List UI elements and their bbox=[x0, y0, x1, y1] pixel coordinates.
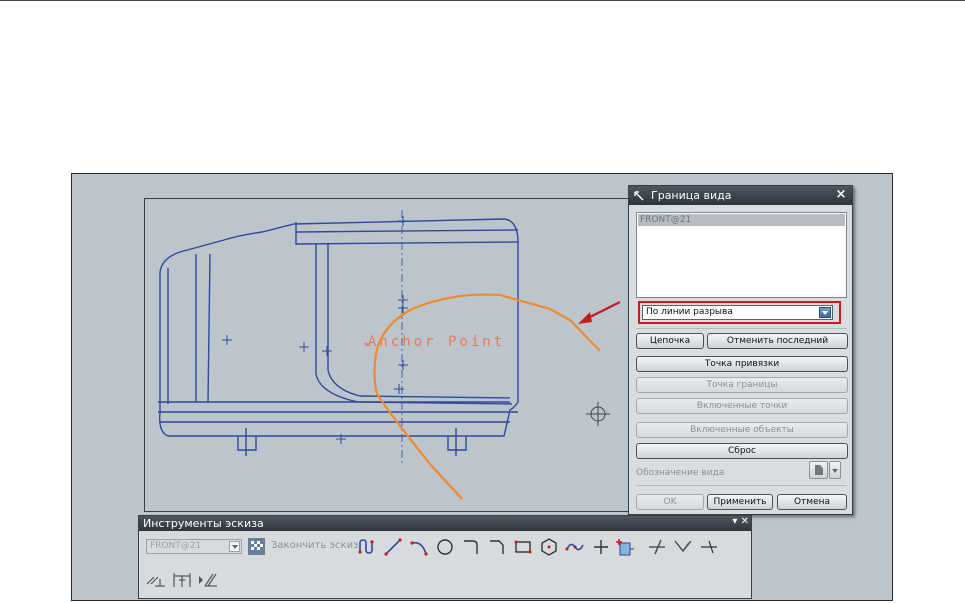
dialog-titlebar[interactable]: Граница вида × bbox=[629, 186, 852, 205]
included-points-button[interactable]: Включенные точки bbox=[636, 398, 848, 414]
arc-icon[interactable] bbox=[409, 537, 429, 557]
cad-screenshot: Anchor Point * Граница вида × FRONT@21 П… bbox=[71, 173, 893, 601]
boundary-method-select[interactable]: По линии разрыва bbox=[642, 305, 833, 320]
ok-button[interactable]: OK bbox=[636, 494, 704, 510]
toolbar-title: Инструменты эскиза bbox=[143, 517, 264, 530]
offset-curve-icon[interactable] bbox=[615, 537, 635, 557]
finish-sketch-label[interactable]: Закончить эскиз bbox=[271, 540, 358, 551]
crosshair-cursor-icon bbox=[586, 402, 610, 426]
split-icon[interactable] bbox=[699, 537, 719, 557]
dimension-icon[interactable] bbox=[171, 570, 193, 590]
chevron-down-icon[interactable] bbox=[819, 307, 831, 318]
extend-icon[interactable] bbox=[673, 537, 693, 557]
point-markers bbox=[222, 216, 408, 444]
callout-arrow bbox=[578, 301, 621, 324]
divider bbox=[636, 328, 847, 329]
line-icon[interactable] bbox=[383, 537, 403, 557]
included-objects-button[interactable]: Включенные объекты bbox=[636, 422, 848, 438]
toolbar-titlebar[interactable]: Инструменты эскиза ▾ ✕ bbox=[139, 516, 751, 531]
dialog-title: Граница вида bbox=[651, 189, 732, 202]
apply-button[interactable]: Применить bbox=[707, 494, 773, 510]
profile-icon[interactable] bbox=[357, 537, 377, 557]
rectangle-icon[interactable] bbox=[513, 537, 533, 557]
boundary-point-button[interactable]: Точка границы bbox=[636, 377, 848, 393]
polygon-icon[interactable] bbox=[539, 537, 559, 557]
trim-icon[interactable] bbox=[647, 537, 667, 557]
finish-flag-icon[interactable] bbox=[248, 538, 265, 555]
point-icon[interactable] bbox=[591, 537, 611, 557]
sketch-select[interactable]: FRONT@21 bbox=[146, 539, 242, 554]
circle-icon[interactable] bbox=[435, 537, 455, 557]
spline-icon[interactable] bbox=[565, 537, 585, 557]
constraint-dropdown-icon[interactable] bbox=[197, 570, 219, 590]
view-label-settings-button[interactable] bbox=[809, 461, 828, 479]
cancel-button[interactable]: Отмена bbox=[777, 494, 847, 510]
view-list[interactable]: FRONT@21 bbox=[636, 212, 847, 298]
view-label-text: Обозначение вида bbox=[636, 468, 725, 478]
chamfer-icon[interactable] bbox=[487, 537, 507, 557]
pin-icon bbox=[633, 190, 645, 202]
sketch-tools-toolbar: Инструменты эскиза ▾ ✕ FRONT@21 Закончит… bbox=[138, 515, 752, 599]
boundary-method-value: По линии разрыва bbox=[646, 307, 733, 317]
view-boundary-dialog: Граница вида × FRONT@21 По линии разрыва… bbox=[628, 185, 853, 515]
document-icon bbox=[815, 465, 823, 475]
chevron-down-icon[interactable] bbox=[229, 541, 240, 552]
toolbar-window-controls[interactable]: ▾ ✕ bbox=[732, 516, 749, 527]
anchor-marker: * bbox=[364, 340, 370, 353]
sketch-select-value: FRONT@21 bbox=[150, 541, 202, 551]
top-rule bbox=[0, 0, 965, 1]
anchor-point-button[interactable]: Точка привязки bbox=[636, 356, 848, 372]
fillet-icon[interactable] bbox=[461, 537, 481, 557]
anchor-point-label: Anchor Point bbox=[368, 334, 505, 350]
view-label-dropdown-button[interactable] bbox=[829, 461, 841, 479]
close-icon[interactable]: × bbox=[833, 187, 849, 203]
undo-last-button[interactable]: Отменить последний bbox=[707, 333, 848, 349]
list-item[interactable]: FRONT@21 bbox=[638, 214, 845, 226]
perpendicular-constraint-icon[interactable] bbox=[145, 570, 167, 590]
divider bbox=[636, 485, 847, 486]
reset-button[interactable]: Сброс bbox=[636, 443, 848, 459]
chain-button[interactable]: Цепочка bbox=[636, 333, 704, 349]
page: Anchor Point * Граница вида × FRONT@21 П… bbox=[0, 0, 965, 603]
